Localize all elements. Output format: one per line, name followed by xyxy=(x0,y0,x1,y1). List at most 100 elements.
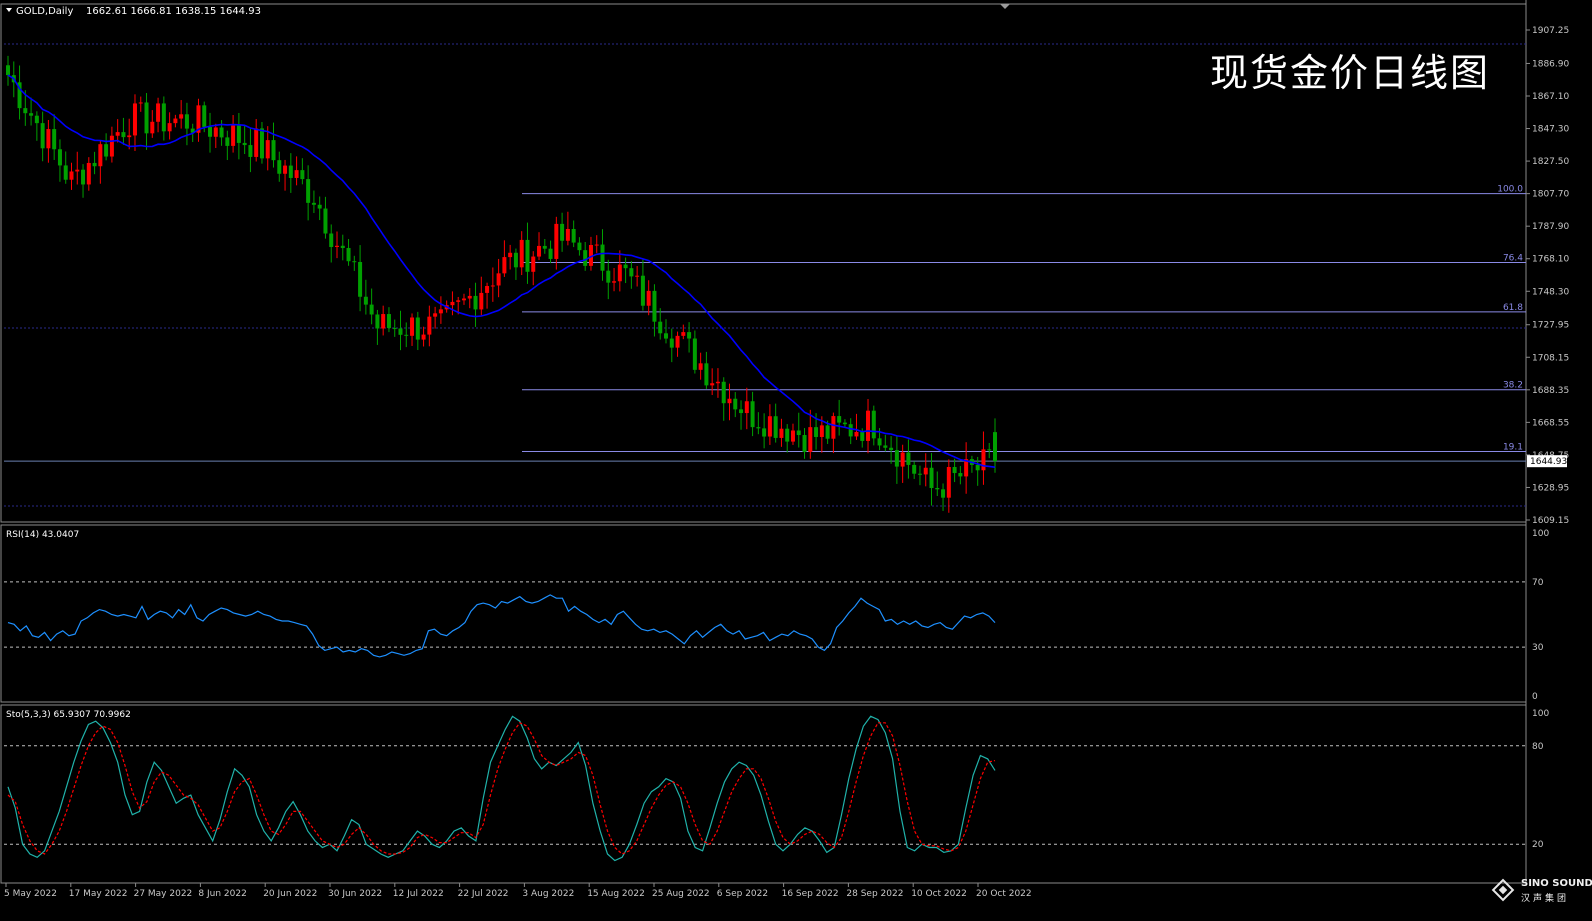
candle-body xyxy=(23,108,28,114)
candle-body xyxy=(537,245,542,257)
candle-body xyxy=(877,438,882,446)
candle-body xyxy=(652,290,657,322)
candle-body xyxy=(456,300,461,302)
candle-body xyxy=(525,239,530,272)
candle-body xyxy=(352,261,357,263)
candle-body xyxy=(98,144,103,167)
candle-body xyxy=(306,179,311,203)
candle-body xyxy=(398,328,403,335)
candle-body xyxy=(358,262,363,297)
candle-body xyxy=(767,416,772,437)
time-tick-label: 22 Jul 2022 xyxy=(458,889,509,899)
candle-body xyxy=(392,328,397,330)
candle-body xyxy=(825,425,830,439)
price-tick-label: 1727.95 xyxy=(1532,321,1569,331)
symbol-header: GOLD,Daily xyxy=(16,6,73,17)
fib-level-label: 38.2 xyxy=(1503,381,1523,391)
candle-body xyxy=(127,135,132,138)
candle-body xyxy=(340,245,345,249)
candle-body xyxy=(144,102,149,134)
candle-body xyxy=(265,140,270,159)
candle-body xyxy=(629,268,634,277)
candle-body xyxy=(329,233,334,248)
candle-body xyxy=(115,132,120,136)
candle-body xyxy=(433,313,438,317)
candle-body xyxy=(785,428,790,442)
candle-body xyxy=(271,140,276,161)
candle-body xyxy=(900,452,905,467)
candle-body xyxy=(150,121,155,134)
candle-body xyxy=(929,467,934,488)
candle-body xyxy=(242,142,247,146)
candle-body xyxy=(744,401,749,414)
candle-body xyxy=(519,239,524,268)
candle-body xyxy=(386,314,391,329)
osc-tick-label: 20 xyxy=(1532,840,1544,850)
candle-body xyxy=(975,464,980,471)
candle-body xyxy=(375,314,380,329)
candle-body xyxy=(831,416,836,439)
candle-body xyxy=(467,295,472,299)
candle-body xyxy=(369,304,374,315)
candle-body xyxy=(415,317,420,340)
price-chart[interactable]: 100.0 76.4 61.8 38.2 19.1 100 70 30 0 RSI(14) 43… xyxy=(0,0,1592,917)
candle-body xyxy=(132,103,137,136)
candle-body xyxy=(508,252,513,258)
candle-body xyxy=(848,424,853,437)
candle-body xyxy=(438,309,443,314)
candle-body xyxy=(941,489,946,498)
candle-body xyxy=(635,275,640,277)
price-tick-label: 1609.15 xyxy=(1532,516,1569,526)
candle-body xyxy=(548,248,553,259)
candle-body xyxy=(421,334,426,340)
candle-body xyxy=(57,149,62,166)
time-tick-label: 20 Jun 2022 xyxy=(263,889,317,899)
candle-body xyxy=(34,115,39,124)
candle-body xyxy=(259,128,264,159)
candle-body xyxy=(300,170,305,180)
candle-body xyxy=(531,256,536,272)
candle-body xyxy=(40,123,45,149)
candle-body xyxy=(231,125,236,146)
fib-level-label: 19.1 xyxy=(1503,443,1523,453)
candle-body xyxy=(29,113,34,116)
candle-body xyxy=(254,128,259,157)
ohlc-header: 1662.61 1666.81 1638.15 1644.93 xyxy=(86,6,261,17)
candle-body xyxy=(167,123,172,132)
price-tick-label: 1907.25 xyxy=(1532,26,1569,36)
candle-body xyxy=(208,126,213,137)
fib-level-label: 76.4 xyxy=(1503,254,1523,264)
candle-body xyxy=(156,103,161,122)
candle-body xyxy=(236,125,241,143)
candle-body xyxy=(52,129,57,150)
candle-body xyxy=(121,132,126,138)
osc-tick-label: 100 xyxy=(1532,709,1549,719)
price-tick-label: 1867.10 xyxy=(1532,92,1569,102)
candle-body xyxy=(109,135,114,157)
price-tick-label: 1827.50 xyxy=(1532,157,1569,167)
candle-body xyxy=(294,170,299,178)
candle-body xyxy=(381,314,386,329)
candle-body xyxy=(889,447,894,451)
candle-body xyxy=(883,445,888,448)
candle-body xyxy=(565,228,570,241)
candle-body xyxy=(617,264,622,282)
candle-body xyxy=(161,103,166,132)
candle-body xyxy=(554,223,559,259)
candle-body xyxy=(317,204,322,209)
osc-tick-label: 70 xyxy=(1532,578,1544,588)
candle-body xyxy=(935,487,940,490)
candle-body xyxy=(502,257,507,274)
time-tick-label: 8 Jun 2022 xyxy=(198,889,246,899)
price-tick-label: 1787.90 xyxy=(1532,222,1569,232)
candle-body xyxy=(560,223,565,241)
candle-body xyxy=(906,452,911,465)
candle-body xyxy=(814,427,819,437)
time-tick-label: 10 Oct 2022 xyxy=(911,889,967,899)
candle-body xyxy=(594,244,599,246)
time-tick-label: 5 May 2022 xyxy=(4,889,57,899)
candle-body xyxy=(681,332,686,336)
candle-body xyxy=(842,422,847,425)
candle-body xyxy=(179,114,184,119)
candle-body xyxy=(733,398,738,410)
